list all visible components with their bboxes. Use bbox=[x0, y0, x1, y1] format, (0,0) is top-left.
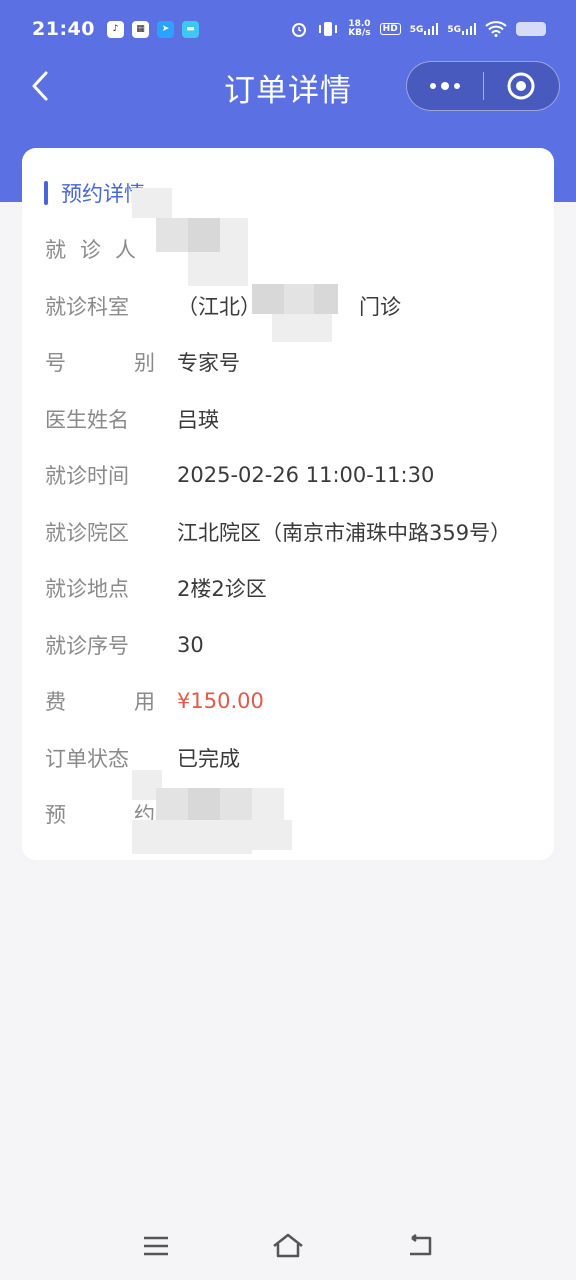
detail-label: 就诊人 bbox=[45, 234, 155, 264]
section-header: 预约详情 bbox=[44, 178, 145, 208]
detail-value: 吕瑛 bbox=[177, 408, 219, 432]
tiktok-icon: ♪ bbox=[106, 20, 124, 38]
feishu-icon: ➤ bbox=[156, 20, 174, 38]
status-bar: 21:40 ♪ ▦ ➤ ▬ 18.0 KB/s HD 5G 5G bbox=[0, 0, 576, 58]
page-title: 订单详情 bbox=[224, 72, 352, 109]
detail-label: 就诊地点 bbox=[45, 577, 129, 601]
detail-row-status: 订单状态 已完成 bbox=[45, 738, 535, 778]
signal-5g-2: 5G bbox=[447, 23, 476, 35]
label-char: 号 bbox=[45, 351, 66, 375]
hd-badge: HD bbox=[379, 23, 401, 35]
detail-value: 已完成 bbox=[177, 747, 240, 771]
target-circle-icon bbox=[507, 72, 535, 100]
detail-label: 就诊序号 bbox=[45, 634, 129, 658]
detail-label: 就诊时间 bbox=[45, 464, 129, 488]
detail-value: 2025-02-26 11:00-11:30 bbox=[177, 463, 435, 487]
system-nav-bar bbox=[0, 1212, 576, 1280]
wifi-icon bbox=[485, 21, 507, 37]
detail-label: 号别 bbox=[45, 347, 155, 377]
detail-label: 就诊科室 bbox=[45, 295, 129, 319]
label-char: 人 bbox=[115, 238, 136, 262]
detail-label: 医生姓名 bbox=[45, 408, 129, 432]
label-char: 费 bbox=[45, 690, 66, 714]
detail-value: 专家号 bbox=[177, 351, 240, 375]
signal-5g-1: 5G bbox=[410, 23, 439, 35]
home-icon bbox=[273, 1233, 303, 1258]
close-miniapp-button[interactable] bbox=[484, 62, 560, 110]
chevron-left-icon bbox=[32, 71, 48, 101]
app-store-icon: ▬ bbox=[181, 20, 199, 38]
menu-lines-icon bbox=[144, 1236, 168, 1256]
system-back-button[interactable] bbox=[402, 1228, 438, 1264]
label-char: 用 bbox=[134, 690, 155, 714]
detail-row-type: 号别 专家号 bbox=[45, 342, 535, 382]
detail-row-campus: 就诊院区 江北院区（南京市浦珠中路359号） bbox=[45, 512, 535, 552]
network-speed: 18.0 KB/s bbox=[348, 20, 370, 38]
label-char: 别 bbox=[134, 351, 155, 375]
detail-label: 就诊院区 bbox=[45, 521, 129, 545]
detail-row-time: 就诊时间 2025-02-26 11:00-11:30 bbox=[45, 455, 535, 495]
home-button[interactable] bbox=[270, 1228, 306, 1264]
detail-row-doctor: 医生姓名 吕瑛 bbox=[45, 399, 535, 439]
detail-value-suffix: 门诊 bbox=[359, 295, 401, 319]
detail-row-location: 就诊地点 2楼2诊区 bbox=[45, 568, 535, 608]
network-speed-unit: KB/s bbox=[348, 28, 371, 38]
detail-value-price: ¥150.00 bbox=[177, 689, 264, 713]
detail-value: 30 bbox=[177, 633, 204, 657]
signal-bars-icon bbox=[462, 23, 476, 35]
more-button[interactable] bbox=[407, 62, 483, 110]
detail-row-fee: 费用 ¥150.00 bbox=[45, 681, 535, 721]
alarm-icon bbox=[292, 23, 307, 37]
recent-apps-button[interactable] bbox=[138, 1228, 174, 1264]
status-indicators: 18.0 KB/s HD 5G 5G bbox=[290, 20, 546, 38]
signal-bars-icon bbox=[424, 23, 439, 35]
back-return-icon bbox=[410, 1234, 432, 1256]
status-time: 21:40 bbox=[32, 18, 95, 40]
section-accent-bar bbox=[44, 181, 48, 205]
battery-icon bbox=[516, 22, 546, 36]
detail-value: 2楼2诊区 bbox=[177, 577, 267, 601]
detail-label: 费用 bbox=[45, 686, 155, 716]
label-char: 就 bbox=[45, 238, 66, 262]
nav-bar: 订单详情 bbox=[0, 58, 576, 116]
app-icon: ▦ bbox=[131, 20, 149, 38]
miniapp-capsule bbox=[406, 61, 560, 111]
label-char: 诊 bbox=[80, 238, 101, 262]
detail-value: 江北院区（南京市浦珠中路359号） bbox=[177, 521, 512, 545]
detail-label: 订单状态 bbox=[45, 747, 129, 771]
appointment-detail-card: 预约详情 就诊人 就诊科室 （江北） 门诊 号别 专家号 医生姓名 吕瑛 就诊时… bbox=[22, 148, 554, 860]
label-char: 预 bbox=[45, 803, 66, 827]
detail-row-queue-number: 就诊序号 30 bbox=[45, 625, 535, 665]
vibrate-icon bbox=[319, 22, 338, 36]
status-app-icons: ♪ ▦ ➤ ▬ bbox=[106, 20, 199, 38]
detail-value: （江北） bbox=[177, 295, 261, 319]
detail-row-patient: 就诊人 bbox=[45, 229, 535, 269]
more-dots-icon bbox=[429, 82, 460, 90]
back-button[interactable] bbox=[22, 68, 58, 104]
